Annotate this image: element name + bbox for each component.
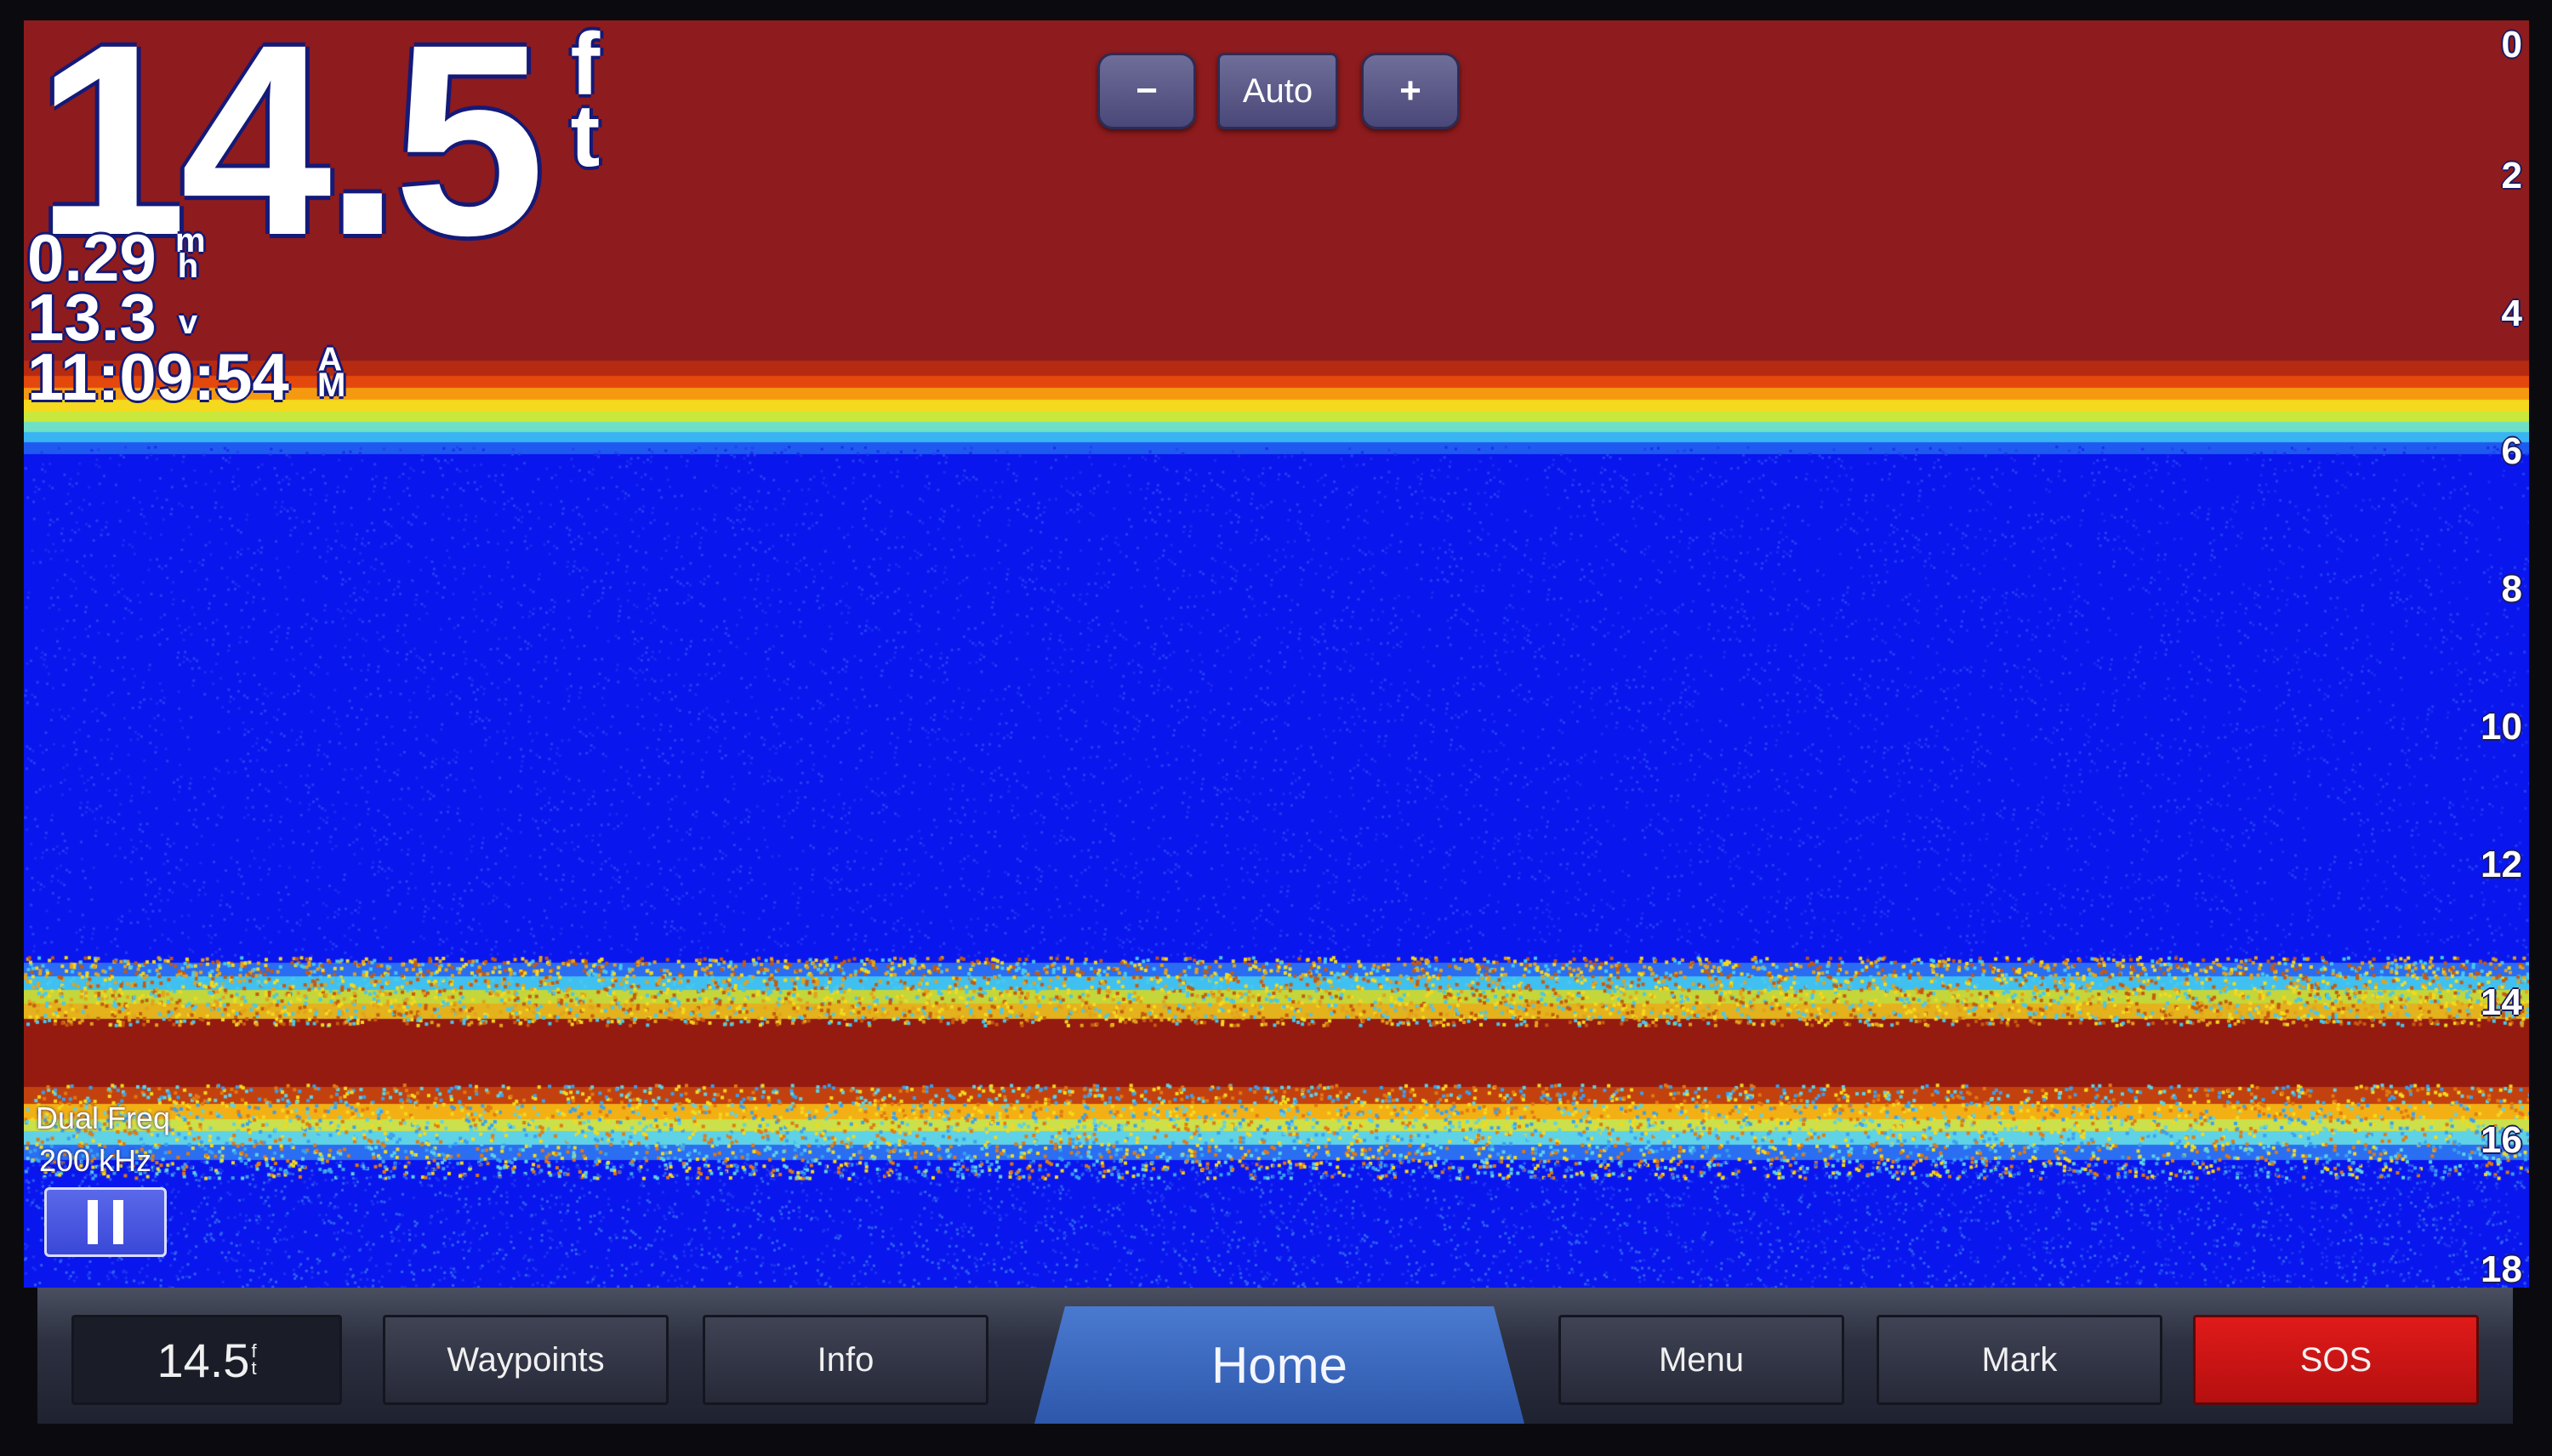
depth-scale-label: 14 bbox=[2481, 981, 2522, 1023]
depth-scale-label: 4 bbox=[2501, 293, 2522, 334]
depth-scale-label: 10 bbox=[2481, 706, 2522, 748]
depth-readout-value: 14.5 bbox=[157, 1333, 250, 1387]
depth-scale-label: 18 bbox=[2481, 1248, 2522, 1288]
clock-ampm-bottom: M bbox=[317, 367, 346, 404]
frequency-value: 200 kHz bbox=[39, 1143, 152, 1178]
depth-scale-label: 8 bbox=[2501, 568, 2522, 610]
zoom-out-button[interactable]: − bbox=[1097, 53, 1196, 129]
mark-button[interactable]: Mark bbox=[1877, 1315, 2162, 1405]
home-button[interactable]: Home bbox=[1034, 1306, 1524, 1424]
depth-readout-unit: f t bbox=[251, 1342, 257, 1379]
pause-icon bbox=[113, 1200, 123, 1244]
depth-scale-label: 16 bbox=[2481, 1119, 2522, 1161]
depth-scale-label: 6 bbox=[2501, 430, 2522, 472]
depth-scale-label: 12 bbox=[2481, 844, 2522, 885]
zoom-auto-button[interactable]: Auto bbox=[1217, 53, 1338, 129]
frequency-mode: Dual Freq bbox=[36, 1101, 171, 1135]
speed-unit-bottom: h bbox=[177, 247, 199, 285]
pause-icon bbox=[88, 1200, 98, 1244]
speed-unit: m h bbox=[175, 224, 206, 285]
sonar-screen: 14.5 f t 0.29 m h 13.3 v 11:09:54 A M − … bbox=[24, 20, 2529, 1288]
waypoints-button[interactable]: Waypoints bbox=[383, 1315, 669, 1405]
depth-unit-bottom: t bbox=[570, 87, 601, 185]
voltage-unit: v bbox=[178, 304, 198, 341]
depth-readout-unit-bottom: t bbox=[251, 1357, 257, 1379]
clock-ampm: A M bbox=[317, 343, 346, 404]
depth-unit: f t bbox=[555, 20, 615, 185]
depth-readout[interactable]: 14.5 f t bbox=[71, 1315, 342, 1405]
sos-button[interactable]: SOS bbox=[2193, 1315, 2479, 1405]
depth-scale-label: 2 bbox=[2501, 155, 2522, 196]
menu-button[interactable]: Menu bbox=[1558, 1315, 1844, 1405]
info-button[interactable]: Info bbox=[703, 1315, 988, 1405]
pause-button[interactable] bbox=[44, 1187, 167, 1257]
depth-scale-label: 0 bbox=[2501, 24, 2522, 65]
bottom-nav-bar: 14.5 f t Waypoints Info Home Menu Mark S… bbox=[37, 1288, 2513, 1424]
clock-value: 11:09:54 bbox=[27, 339, 289, 414]
zoom-in-button[interactable]: + bbox=[1361, 53, 1460, 129]
